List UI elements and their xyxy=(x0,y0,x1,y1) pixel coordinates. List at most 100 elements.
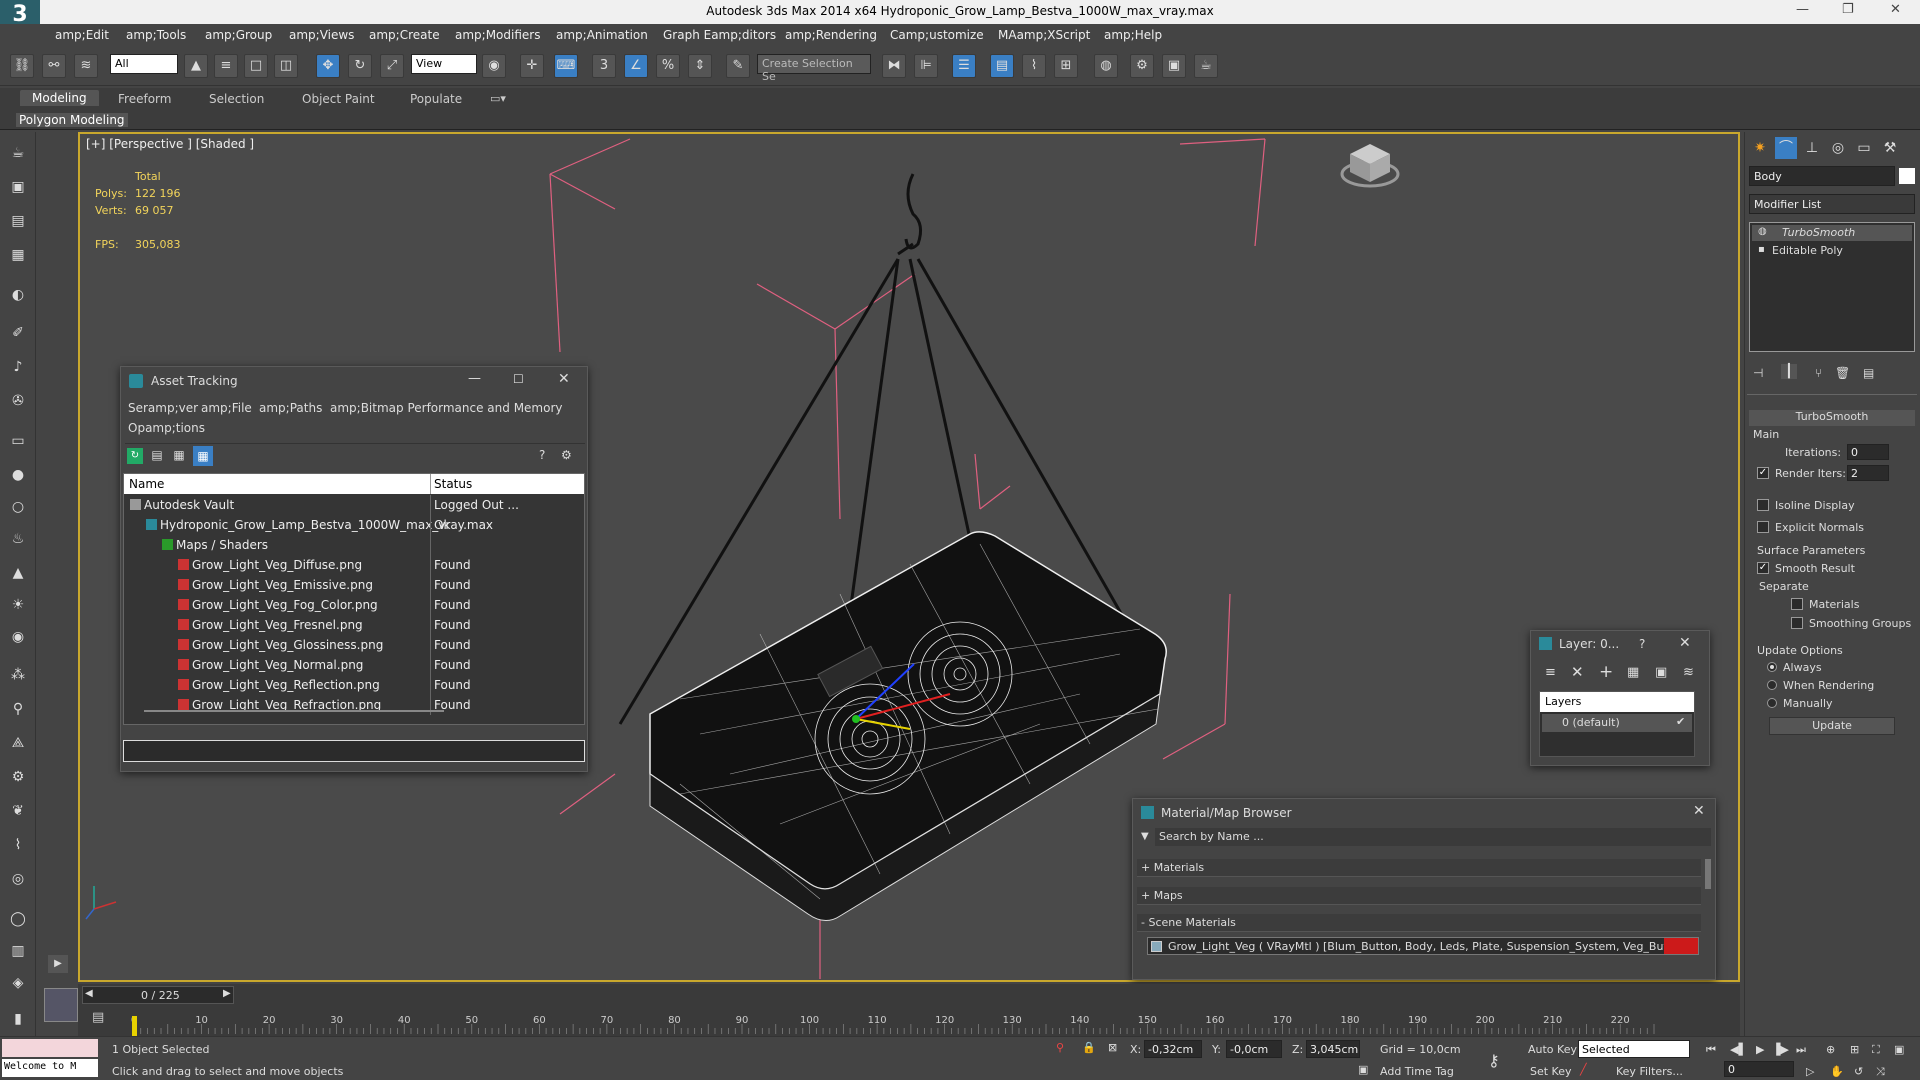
teapot-small-icon[interactable]: ♨ xyxy=(6,528,30,550)
menu-views[interactable]: amp;Views xyxy=(289,28,354,42)
select-rotate-icon[interactable]: ↻ xyxy=(348,54,372,78)
scene-material-row[interactable]: Grow_Light_Veg ( VRayMtl ) [Blum_Button,… xyxy=(1147,937,1699,955)
modifier-list-dropdown[interactable]: Modifier List xyxy=(1749,194,1915,214)
column-status[interactable]: Status xyxy=(434,477,472,491)
menu-help[interactable]: amp;Help xyxy=(1104,28,1162,42)
layer-select-icon[interactable]: ≡ xyxy=(1545,665,1556,680)
play-icon[interactable]: ▶ xyxy=(1756,1043,1764,1056)
sphere-icon[interactable]: ● xyxy=(6,464,30,486)
maximize-viewport-icon[interactable]: ▣ xyxy=(1894,1043,1904,1056)
globe-icon[interactable]: ◯ xyxy=(6,908,30,930)
table-row[interactable]: Autodesk Vault Logged Out ... xyxy=(124,495,584,515)
update-when-rendering-radio[interactable] xyxy=(1767,680,1777,690)
maximize-icon[interactable]: ❐ xyxy=(1842,2,1854,17)
tab-object-paint[interactable]: Object Paint xyxy=(302,92,375,106)
close-icon[interactable]: ✕ xyxy=(1890,2,1901,17)
bin-icon[interactable]: ▥ xyxy=(6,940,30,962)
menu-create[interactable]: amp;Create xyxy=(369,28,440,42)
table-row[interactable]: Grow_Light_Veg_Fresnel.png Found xyxy=(124,615,584,635)
menu-edit[interactable]: amp;Edit xyxy=(55,28,109,42)
polygon-modeling-panel[interactable]: Polygon Modeling xyxy=(16,113,128,127)
menu-options[interactable]: Opamp;tions xyxy=(128,421,205,435)
vertical-scrollbar[interactable] xyxy=(1705,859,1711,889)
link-icon[interactable]: ⛓ xyxy=(10,54,34,78)
mirror-icon[interactable]: ⧓ xyxy=(882,54,906,78)
time-slider[interactable]: ◀ 0 / 225 ▶ xyxy=(82,986,234,1004)
update-button[interactable]: Update xyxy=(1769,717,1895,735)
absolute-mode-icon[interactable]: ⊠ xyxy=(1108,1041,1117,1054)
percent-snap-icon[interactable]: % xyxy=(656,54,680,78)
bind-spacewarp-icon[interactable]: ≋ xyxy=(74,54,98,78)
menu-rendering[interactable]: amp;Rendering xyxy=(785,28,877,42)
object-name-field[interactable]: Body xyxy=(1749,166,1895,186)
manipulate-icon[interactable]: ✛ xyxy=(520,54,544,78)
layer-help-icon[interactable]: ? xyxy=(1639,637,1645,651)
add-time-tag-button[interactable]: Add Time Tag xyxy=(1380,1065,1454,1078)
viewport-label[interactable]: [+] [Perspective ] [Shaded ] xyxy=(86,137,254,151)
field-of-view-icon[interactable]: ▷ xyxy=(1806,1065,1814,1078)
helper-icon[interactable]: ⟁ xyxy=(6,732,30,754)
smoothing-groups-checkbox[interactable] xyxy=(1791,617,1803,629)
render-iters-spinner[interactable]: 2 xyxy=(1847,465,1889,481)
menu-file[interactable]: amp;File xyxy=(201,401,252,415)
table-row[interactable]: Grow_Light_Veg_Fog_Color.png Found xyxy=(124,595,584,615)
asset-tracking-titlebar[interactable]: Asset Tracking — ☐ ✕ xyxy=(121,367,587,395)
set-key-icon[interactable]: ╱ xyxy=(1580,1063,1587,1076)
window-crossing-icon[interactable]: ◫ xyxy=(274,54,298,78)
next-frame-icon[interactable]: ▶ xyxy=(223,988,231,999)
brush-icon[interactable]: ✐ xyxy=(6,322,30,344)
configure-sets-icon[interactable]: ▤ xyxy=(1863,366,1874,380)
create-tab-icon[interactable]: ✷ xyxy=(1749,137,1771,159)
close-icon[interactable]: ✕ xyxy=(558,371,570,387)
lock-icon[interactable]: 🔒 xyxy=(1082,1041,1096,1054)
delete-layer-icon[interactable]: ✕ xyxy=(1571,663,1584,681)
menu-maxscript[interactable]: MAamp;XScript xyxy=(998,28,1090,42)
ribbon-options-icon[interactable]: ▭▾ xyxy=(490,92,506,105)
mini-preview[interactable] xyxy=(44,988,78,1022)
tab-freeform[interactable]: Freeform xyxy=(118,92,171,106)
stack-item-editable-poly[interactable]: ▪ Editable Poly xyxy=(1752,243,1912,259)
lightbulb-icon[interactable]: ◍ xyxy=(1758,226,1767,237)
time-tag-icon[interactable]: ▣ xyxy=(1358,1063,1368,1076)
separate-materials-checkbox[interactable] xyxy=(1791,598,1803,610)
object-color-swatch[interactable] xyxy=(1899,168,1915,184)
menu-graph-editors[interactable]: Graph Eamp;ditors xyxy=(663,28,776,42)
select-object-icon[interactable]: ▲ xyxy=(184,54,208,78)
box-icon[interactable]: ▭ xyxy=(6,430,30,452)
time-ruler[interactable]: 0102030405060708090100110120130140150160… xyxy=(130,1012,1690,1036)
angle-snap-icon[interactable]: ∠ xyxy=(624,54,648,78)
add-selection-icon[interactable]: ▦ xyxy=(1627,665,1639,680)
menu-animation[interactable]: amp;Animation xyxy=(556,28,648,42)
zoom-all-icon[interactable]: ⊞ xyxy=(1850,1043,1859,1056)
help-icon[interactable]: ? xyxy=(539,448,545,462)
torus-icon[interactable]: ◉ xyxy=(6,626,30,648)
render-setup-icon[interactable]: ⚙ xyxy=(1130,54,1154,78)
select-move-icon[interactable]: ✥ xyxy=(316,54,340,78)
bone-icon[interactable]: ⚲ xyxy=(6,698,30,720)
trash-icon[interactable]: ▮ xyxy=(6,1008,30,1030)
table-row[interactable]: Grow_Light_Veg_Normal.png Found xyxy=(124,655,584,675)
auto-key-button[interactable]: Auto Key xyxy=(1528,1043,1577,1056)
settings-help-icon[interactable]: ⚙ xyxy=(561,448,572,462)
table-icon[interactable]: ▦ xyxy=(6,244,30,266)
refresh-icon[interactable]: ↻ xyxy=(127,448,143,464)
table-row[interactable]: Hydroponic_Grow_Lamp_Bestva_1000W_max_vr… xyxy=(124,515,584,535)
prev-frame-icon[interactable]: ◀ xyxy=(85,988,93,999)
graphite-ribbon-icon[interactable]: ▤ xyxy=(990,54,1014,78)
menu-customize[interactable]: Camp;ustomize xyxy=(890,28,984,42)
schematic-view-icon[interactable]: ⊞ xyxy=(1054,54,1078,78)
table-row[interactable]: Grow_Light_Veg_Glossiness.png Found xyxy=(124,635,584,655)
menu-paths[interactable]: amp;Paths xyxy=(259,401,322,415)
tab-modeling[interactable]: Modeling xyxy=(20,90,99,106)
layer-item-default[interactable]: 0 (default) xyxy=(1542,714,1692,732)
modify-tab-icon[interactable]: ⌒ xyxy=(1775,137,1797,159)
z-coordinate-field[interactable]: 3,045cm xyxy=(1306,1040,1360,1058)
curve-icon[interactable]: ♪ xyxy=(6,356,30,378)
y-coordinate-field[interactable]: -0,0cm xyxy=(1226,1040,1282,1058)
film-icon[interactable]: ✇ xyxy=(6,390,30,412)
teapot-icon[interactable]: ☕ xyxy=(6,142,30,164)
render-icon[interactable]: ▣ xyxy=(6,176,30,198)
table-row[interactable]: Grow_Light_Veg_Refraction.png Found xyxy=(124,695,584,715)
render-production-icon[interactable]: ☕ xyxy=(1194,54,1218,78)
x-coordinate-field[interactable]: -0,32cm xyxy=(1144,1040,1202,1058)
